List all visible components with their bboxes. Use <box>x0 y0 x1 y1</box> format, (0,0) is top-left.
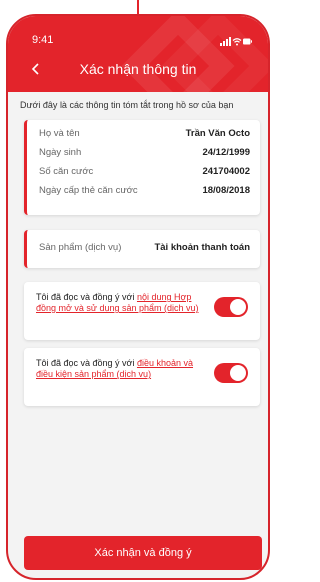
info-label: Ngày cấp thẻ căn cước <box>39 185 138 196</box>
info-label: Số căn cước <box>39 166 94 177</box>
toggle-knob <box>230 365 246 381</box>
product-value: Tài khoản thanh toán <box>154 242 250 253</box>
info-row-birthdate: Ngày sinh 24/12/1999 <box>39 147 250 158</box>
page-title: Xác nhận thông tin <box>79 61 197 77</box>
product-row: Sản phẩm (dịch vụ) Tài khoản thanh toán <box>39 242 250 253</box>
battery-icon <box>243 38 252 45</box>
phone-frame: 9:41 Xác nhận thông tin Dưới đây là các … <box>6 14 270 580</box>
info-label: Ngày sinh <box>39 147 82 158</box>
product-card: Sản phẩm (dịch vụ) Tài khoản thanh toán <box>24 230 260 268</box>
info-value: Trần Văn Octo <box>185 128 250 139</box>
agreement-card-terms: Tôi đã đọc và đồng ý với điều khoản và đ… <box>24 348 260 406</box>
confirm-agree-button[interactable]: Xác nhận và đồng ý <box>24 536 262 570</box>
status-icons <box>220 34 252 52</box>
agreement-prefix: Tôi đã đọc và đồng ý với <box>36 292 137 302</box>
personal-info-card: Họ và tên Trần Văn Octo Ngày sinh 24/12/… <box>24 120 260 215</box>
agreement-card-contract: Tôi đã đọc và đồng ý với nội dung Hợp đồ… <box>24 282 260 340</box>
info-subtitle: Dưới đây là các thông tin tóm tắt trong … <box>20 100 234 110</box>
info-row-name: Họ và tên Trần Văn Octo <box>39 128 250 139</box>
agreement-prefix: Tôi đã đọc và đồng ý với <box>36 358 137 368</box>
product-label: Sản phẩm (dịch vụ) <box>39 242 122 253</box>
info-row-id-number: Số căn cước 241704002 <box>39 166 250 177</box>
info-label: Họ và tên <box>39 128 80 139</box>
terms-agree-toggle[interactable] <box>214 363 248 383</box>
info-value: 18/08/2018 <box>202 185 250 196</box>
status-time: 9:41 <box>32 34 54 46</box>
agreement-text: Tôi đã đọc và đồng ý với điều khoản và đ… <box>36 358 204 380</box>
info-row-issue-date: Ngày cấp thẻ căn cước 18/08/2018 <box>39 185 250 196</box>
toggle-knob <box>230 299 246 315</box>
contract-agree-toggle[interactable] <box>214 297 248 317</box>
header: 9:41 Xác nhận thông tin <box>8 16 268 92</box>
signal-icon <box>220 37 231 46</box>
info-value: 241704002 <box>202 166 250 177</box>
info-value: 24/12/1999 <box>202 147 250 158</box>
agreement-text: Tôi đã đọc và đồng ý với nội dung Hợp đồ… <box>36 292 204 314</box>
wifi-icon <box>232 38 242 43</box>
